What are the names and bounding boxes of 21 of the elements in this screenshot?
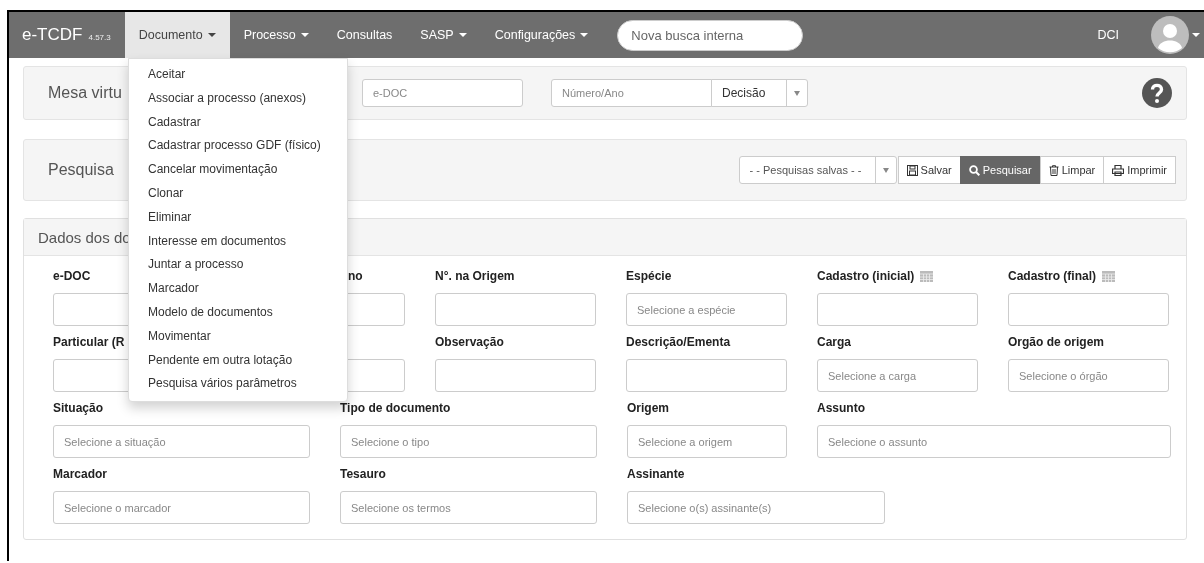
field-label: Assunto (817, 401, 865, 415)
field-label: Origem (627, 401, 669, 415)
field-label: Situação (53, 401, 103, 415)
field-label: Tipo de documento (340, 401, 451, 415)
field-label: Observação (435, 335, 504, 349)
panel-title: Mesa virtu (48, 84, 122, 101)
panel-title: Pesquisa (48, 161, 114, 178)
field-label: Assinante (627, 467, 685, 481)
field-label: Espécie (626, 269, 672, 283)
field-label: Particular (R (53, 335, 125, 349)
version-label: 4.57.3 (88, 33, 111, 42)
field-label: Cadastro (final) (1008, 269, 1096, 283)
field-label: N°. na Origem (435, 269, 515, 283)
field-label: no (348, 269, 363, 283)
field-label: Carga (817, 335, 851, 349)
field-label: Marcador (53, 467, 108, 481)
field-label: e-DOC (53, 269, 91, 283)
field-label: Tesauro (340, 467, 386, 481)
field-label: Cadastro (inicial) (817, 269, 915, 283)
field-label: Orgão de origem (1008, 335, 1105, 349)
field-label: Descrição/Ementa (626, 335, 731, 349)
